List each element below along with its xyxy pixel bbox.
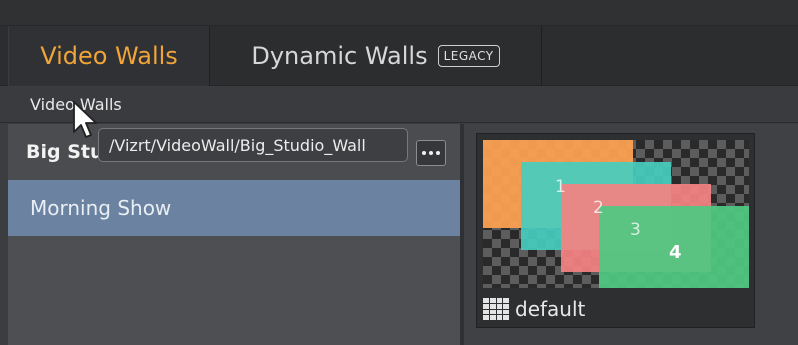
tab-dynamic-walls-label: Dynamic Walls xyxy=(251,42,428,70)
more-options-button[interactable] xyxy=(416,140,446,166)
list-item-morning-show[interactable]: Morning Show xyxy=(8,180,460,236)
region-2-label: 2 xyxy=(593,198,604,218)
tab-video-walls-label: Video Walls xyxy=(40,42,178,70)
layout-card-default[interactable]: 1 2 3 4 default xyxy=(476,133,755,328)
list-item-label: Morning Show xyxy=(30,196,172,220)
region-4-label: 4 xyxy=(669,242,682,263)
section-header: Video Walls xyxy=(0,87,798,123)
more-horizontal-icon xyxy=(422,151,426,155)
layout-card-footer: default xyxy=(483,294,585,324)
tooltip-text: /Vizrt/VideoWall/Big_Studio_Wall xyxy=(109,135,366,155)
path-tooltip: /Vizrt/VideoWall/Big_Studio_Wall xyxy=(98,128,408,162)
region-1-label: 1 xyxy=(555,177,566,197)
layout-name: default xyxy=(515,297,586,321)
tab-dynamic-walls[interactable]: Dynamic Walls LEGACY xyxy=(210,26,542,86)
region-3-label: 3 xyxy=(630,220,641,240)
legacy-badge: LEGACY xyxy=(437,45,500,67)
top-bar xyxy=(0,0,798,26)
tab-video-walls[interactable]: Video Walls xyxy=(8,26,210,86)
tab-bar: Video Walls Dynamic Walls LEGACY xyxy=(0,26,798,86)
grid-icon xyxy=(483,298,509,320)
layout-thumbnail: 1 2 3 4 xyxy=(483,140,749,288)
